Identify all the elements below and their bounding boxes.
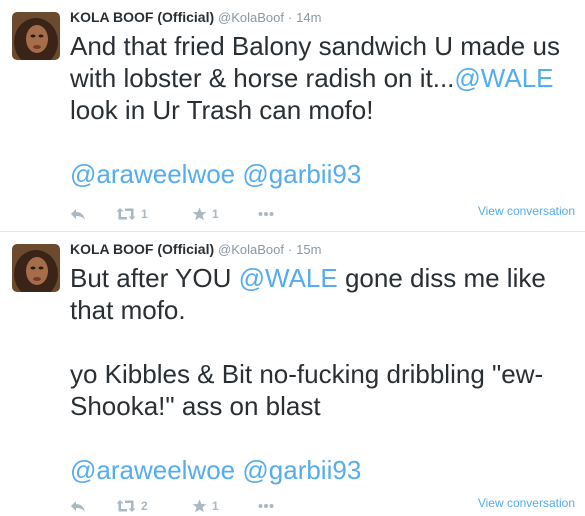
tweet-paragraph: But after YOU @WALE gone diss me like th…	[70, 262, 575, 326]
mention-link[interactable]: @WALE	[239, 263, 338, 293]
star-icon	[192, 499, 207, 513]
reply-icon	[71, 501, 85, 512]
tweet-actions: 2 1	[70, 496, 274, 516]
retweet-count: 2	[141, 499, 148, 513]
mention-link[interactable]: @araweelwoe	[70, 455, 235, 485]
retweet-button[interactable]: 1	[116, 207, 192, 221]
view-conversation-link[interactable]: View conversation	[478, 204, 575, 218]
mention-link[interactable]: @araweelwoe	[70, 159, 235, 189]
separator: ·	[287, 242, 293, 257]
favorite-button[interactable]: 1	[192, 499, 258, 513]
reply-icon	[71, 209, 85, 220]
favorite-count: 1	[212, 499, 219, 513]
view-conversation-link[interactable]: View conversation	[478, 496, 575, 510]
reply-button[interactable]	[70, 499, 116, 513]
tweet-paragraph: And that fried Balony sandwich U made us…	[70, 30, 575, 126]
tweet-header: KOLA BOOF (Official) @KolaBoof · 15m	[70, 241, 321, 257]
separator: ·	[287, 10, 293, 25]
retweet-count: 1	[141, 207, 148, 221]
retweet-icon	[116, 500, 136, 512]
tweet-header: KOLA BOOF (Official) @KolaBoof · 14m	[70, 9, 321, 25]
mention-link[interactable]: @garbii93	[242, 455, 361, 485]
text-run: look in Ur Trash can mofo!	[70, 95, 374, 125]
author-username[interactable]: @KolaBoof	[218, 10, 284, 25]
reply-button[interactable]	[70, 207, 116, 221]
text-run: yo Kibbles & Bit no-fucking dribbling "e…	[70, 359, 544, 421]
tweet: KOLA BOOF (Official) @KolaBoof · 14m And…	[0, 0, 585, 232]
retweet-icon	[116, 208, 136, 220]
text-run: But after YOU	[70, 263, 239, 293]
avatar[interactable]	[12, 12, 60, 60]
more-button[interactable]	[258, 211, 274, 217]
tweet-paragraph: @araweelwoe @garbii93	[70, 454, 575, 486]
more-button[interactable]	[258, 503, 274, 509]
tweet-actions: 1 1	[70, 204, 274, 224]
retweet-button[interactable]: 2	[116, 499, 192, 513]
mention-link[interactable]: @WALE	[454, 63, 553, 93]
more-icon	[258, 504, 274, 508]
author-name[interactable]: KOLA BOOF (Official)	[70, 9, 214, 25]
tweet-text: And that fried Balony sandwich U made us…	[70, 30, 575, 190]
tweet-paragraph: yo Kibbles & Bit no-fucking dribbling "e…	[70, 358, 575, 422]
author-username[interactable]: @KolaBoof	[218, 242, 284, 257]
author-name[interactable]: KOLA BOOF (Official)	[70, 241, 214, 257]
tweet-text: But after YOU @WALE gone diss me like th…	[70, 262, 575, 486]
favorite-count: 1	[212, 207, 219, 221]
tweet: KOLA BOOF (Official) @KolaBoof · 15m But…	[0, 232, 585, 513]
more-icon	[258, 212, 274, 216]
tweet-paragraph: @araweelwoe @garbii93	[70, 158, 575, 190]
star-icon	[192, 207, 207, 221]
timestamp[interactable]: 15m	[296, 242, 321, 257]
timestamp[interactable]: 14m	[296, 10, 321, 25]
avatar[interactable]	[12, 244, 60, 292]
favorite-button[interactable]: 1	[192, 207, 258, 221]
mention-link[interactable]: @garbii93	[242, 159, 361, 189]
